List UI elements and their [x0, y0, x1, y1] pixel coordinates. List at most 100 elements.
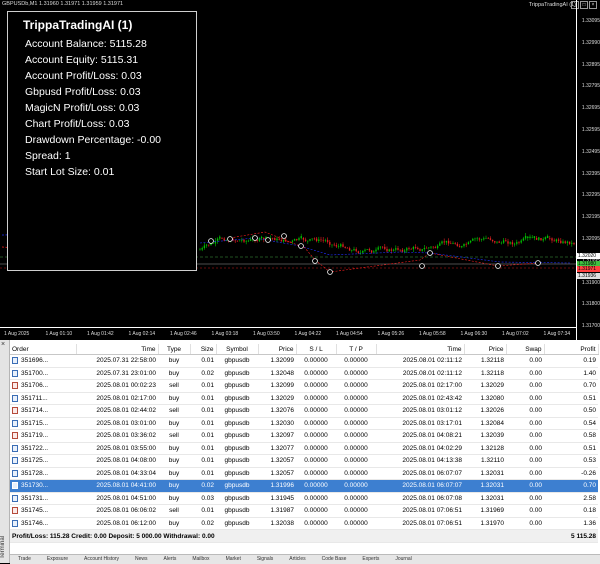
- tab-mailbox[interactable]: Mailbox: [184, 555, 217, 563]
- table-row[interactable]: 351730... 2025.08.01 04:41:00 buy 0.02 gbpus…: [10, 479, 598, 493]
- price-level-tag: 1.31971: [577, 266, 600, 272]
- tab-news[interactable]: News: [127, 555, 156, 563]
- column-header-size[interactable]: Size: [190, 344, 217, 355]
- column-header-symbol[interactable]: Symbol: [216, 344, 259, 355]
- cell-close-price: 1.31969: [464, 504, 506, 518]
- cell-open-price: 1.32099: [258, 379, 296, 393]
- cell-open-price: 1.32077: [258, 442, 296, 455]
- candle-body: [208, 244, 210, 246]
- candle-body: [243, 239, 245, 242]
- candle-body: [507, 241, 509, 244]
- table-row[interactable]: 351722... 2025.08.01 03:55:00 buy 0.01 gbpus…: [10, 442, 598, 455]
- cell-order: 351696...: [10, 354, 76, 368]
- candle-body: [417, 247, 419, 250]
- column-header-close-price[interactable]: Price: [464, 344, 507, 355]
- cell-open-time: 2025.08.01 00:02:23: [76, 379, 158, 393]
- tab-alerts[interactable]: Alerts: [156, 555, 185, 563]
- candle-body: [276, 238, 278, 241]
- cell-swap: 0.00: [506, 379, 544, 393]
- candle-body: [342, 244, 344, 247]
- tab-exposure[interactable]: Exposure: [39, 555, 76, 563]
- trade-history-table: Order Time Type Size Symbol Price S / L …: [10, 344, 599, 543]
- column-header-type[interactable]: Type: [158, 344, 191, 355]
- candle-body: [469, 240, 472, 243]
- cell-close-time: 2025.08.01 04:02:29: [376, 442, 464, 455]
- table-row[interactable]: 351728... 2025.08.01 04:33:04 buy 0.01 gbpus…: [10, 467, 598, 480]
- tab-trade[interactable]: Trade: [10, 555, 39, 563]
- cell-open-price: 1.32099: [258, 354, 296, 368]
- close-icon[interactable]: ×: [1, 341, 5, 348]
- cell-open-time: 2025.07.31 23:01:00: [76, 367, 158, 380]
- table-row[interactable]: 351745... 2025.08.01 06:06:02 sell 0.01 gbpu…: [10, 504, 598, 518]
- order-icon: [12, 469, 18, 477]
- cell-close-time: 2025.08.01 07:06:51: [376, 504, 464, 518]
- candle-body: [432, 246, 434, 248]
- cell-open-price: 1.32048: [258, 367, 296, 380]
- table-row[interactable]: 351706... 2025.08.01 00:02:23 sell 0.01 gbpu…: [10, 379, 598, 393]
- candle-body: [485, 238, 487, 239]
- table-row[interactable]: 351700... 2025.07.31 23:01:00 buy 0.02 gbpus…: [10, 367, 598, 380]
- candle-body: [425, 247, 428, 249]
- cell-profit: 1.40: [544, 367, 598, 380]
- cell-profit: 0.53: [544, 454, 598, 468]
- cell-close-time: 2025.08.01 02:17:00: [376, 379, 464, 393]
- column-header-stop-loss[interactable]: S / L: [296, 344, 337, 355]
- column-header-take-profit[interactable]: T / P: [336, 344, 377, 355]
- cell-profit: 0.51: [544, 442, 598, 455]
- order-number: 351714...: [21, 407, 49, 415]
- price-tick-label: 1.31800: [581, 301, 600, 308]
- table-row[interactable]: 351719... 2025.08.01 03:36:02 sell 0.01 gbpu…: [10, 429, 598, 443]
- candle-body: [340, 244, 342, 247]
- candle-body: [428, 247, 430, 249]
- column-header-close-time[interactable]: Time: [376, 344, 465, 355]
- tab-journal[interactable]: Journal: [387, 555, 419, 563]
- cell-symbol: gbpusdb: [216, 392, 258, 405]
- table-row[interactable]: 351715... 2025.08.01 03:01:00 buy 0.01 gbpus…: [10, 417, 598, 430]
- order-number: 351725...: [21, 457, 49, 465]
- table-row[interactable]: 351746... 2025.08.01 06:12:00 buy 0.02 gbpus…: [10, 517, 598, 530]
- column-header-order[interactable]: Order: [10, 344, 77, 355]
- cell-order: 351700...: [10, 367, 76, 380]
- tab-code-base[interactable]: Code Base: [314, 555, 355, 563]
- cell-open-time: 2025.08.01 04:08:00: [76, 454, 158, 468]
- candle-body: [458, 246, 461, 248]
- column-header-swap[interactable]: Swap: [506, 344, 545, 355]
- candle-body: [546, 235, 549, 238]
- candle-body: [568, 241, 571, 244]
- candle-body: [298, 238, 300, 240]
- cell-size: 0.01: [190, 442, 216, 455]
- time-axis[interactable]: 1 Aug 2025 1 Aug 01:10 1 Aug 01:42 1 Aug 02…: [0, 327, 576, 340]
- candle-body: [296, 239, 298, 240]
- candle-body: [320, 239, 322, 241]
- price-axis[interactable]: 1.33095 1.32990 1.32895 1.32795 1.32695 1.325…: [576, 0, 600, 340]
- cell-close-time: 2025.08.01 02:43:42: [376, 392, 464, 405]
- cell-type: buy: [158, 442, 190, 455]
- column-header-profit[interactable]: Profit: [544, 344, 599, 355]
- candle-body: [529, 236, 531, 238]
- table-row[interactable]: 351714... 2025.08.01 02:44:02 sell 0.01 gbpu…: [10, 404, 598, 418]
- tab-market[interactable]: Market: [218, 555, 249, 563]
- table-row[interactable]: 351696... 2025.07.31 22:58:00 buy 0.01 gbpus…: [10, 354, 598, 368]
- cell-take-profit: 0.00000: [336, 417, 376, 430]
- candle-body: [410, 249, 412, 250]
- candle-body: [496, 241, 498, 243]
- column-header-open-time[interactable]: Time: [76, 344, 159, 355]
- column-header-open-price[interactable]: Price: [258, 344, 297, 355]
- tab-account-history[interactable]: Account History: [76, 555, 127, 563]
- candle-body: [326, 240, 329, 242]
- tab-experts[interactable]: Experts: [354, 555, 387, 563]
- cell-swap: 0.00: [506, 454, 544, 468]
- cell-symbol: gbpusdb: [216, 479, 258, 493]
- table-row[interactable]: 351711... 2025.08.01 02:17:00 buy 0.01 gbpus…: [10, 392, 598, 405]
- price-tick-label: 1.32195: [581, 214, 600, 221]
- tab-signals[interactable]: Signals: [249, 555, 281, 563]
- price-chart[interactable]: 01 GBPUSDb,M1 1.31960 1.31971 1.31959 1.…: [0, 0, 600, 340]
- cell-open-time: 2025.08.01 03:36:02: [76, 429, 158, 443]
- table-row[interactable]: 351731... 2025.08.01 04:51:00 buy 0.03 gbpus…: [10, 492, 598, 505]
- cell-symbol: gbpusdb: [216, 417, 258, 430]
- tab-articles[interactable]: Articles: [281, 555, 313, 563]
- cell-order: 351746...: [10, 517, 76, 530]
- table-row[interactable]: 351725... 2025.08.01 04:08:00 buy 0.01 gbpus…: [10, 454, 598, 468]
- candle-body: [346, 247, 349, 249]
- price-tick-label: 1.32795: [581, 83, 600, 90]
